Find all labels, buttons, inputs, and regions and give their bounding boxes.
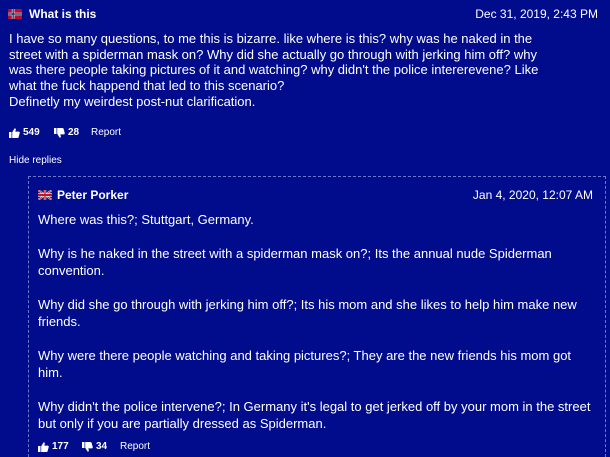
- report-link[interactable]: Report: [91, 127, 121, 138]
- reply-body: Where was this?; Stuttgart, Germany. Why…: [38, 211, 598, 432]
- like-button[interactable]: 177: [38, 441, 69, 452]
- comment-line: was there people taking pictures of it a…: [9, 62, 539, 78]
- comment-date: Dec 31, 2019, 2:43 PM: [475, 7, 598, 21]
- comment-author[interactable]: What is this: [29, 7, 96, 21]
- comment-line: Definetly my weirdest post-nut clarifica…: [9, 93, 256, 109]
- comment-actions: 549 28 Report: [9, 127, 209, 141]
- reply-paragraph: Why did she go through with jerking him …: [38, 297, 577, 329]
- comment-line: I have so many questions, to me this is …: [9, 31, 533, 46]
- comment-line: street with a spiderman mask on? Why did…: [9, 46, 537, 62]
- dislike-button[interactable]: 34: [82, 441, 107, 452]
- thumbs-down-icon: [54, 127, 65, 138]
- hide-replies-link[interactable]: Hide replies: [9, 155, 62, 166]
- reply-comment: Peter Porker Jan 4, 2020, 12:07 AM Where…: [28, 176, 606, 457]
- thumbs-up-icon: [38, 441, 49, 452]
- reply-paragraph: Why didn't the police intervene?; In Ger…: [38, 399, 591, 431]
- reply-paragraph: Why is he naked in the street with a spi…: [38, 246, 552, 278]
- reply-date: Jan 4, 2020, 12:07 AM: [472, 188, 593, 202]
- comment-header: What is this Dec 31, 2019, 2:43 PM: [8, 7, 602, 25]
- comment-body: I have so many questions, to me this is …: [9, 31, 603, 110]
- norway-flag-icon: [8, 9, 22, 19]
- thumbs-down-icon: [82, 441, 93, 452]
- reply-author[interactable]: Peter Porker: [57, 188, 128, 202]
- reply-header: Peter Porker Jan 4, 2020, 12:07 AM: [38, 188, 597, 206]
- uk-flag-icon: [38, 190, 52, 200]
- dislike-button[interactable]: 28: [54, 127, 79, 138]
- comment-line: what the fuck happend that led to this s…: [9, 78, 285, 94]
- like-count: 549: [23, 127, 40, 138]
- dislike-count: 28: [68, 127, 80, 138]
- like-count: 177: [52, 441, 69, 452]
- thumbs-up-icon: [9, 127, 20, 138]
- reply-paragraph: Where was this?; Stuttgart, Germany.: [38, 212, 254, 227]
- reply-actions: 177 34 Report: [38, 441, 238, 455]
- like-button[interactable]: 549: [9, 127, 40, 138]
- dislike-count: 34: [96, 441, 108, 452]
- reply-paragraph: Why were there people watching and takin…: [38, 348, 572, 380]
- report-link[interactable]: Report: [120, 441, 150, 452]
